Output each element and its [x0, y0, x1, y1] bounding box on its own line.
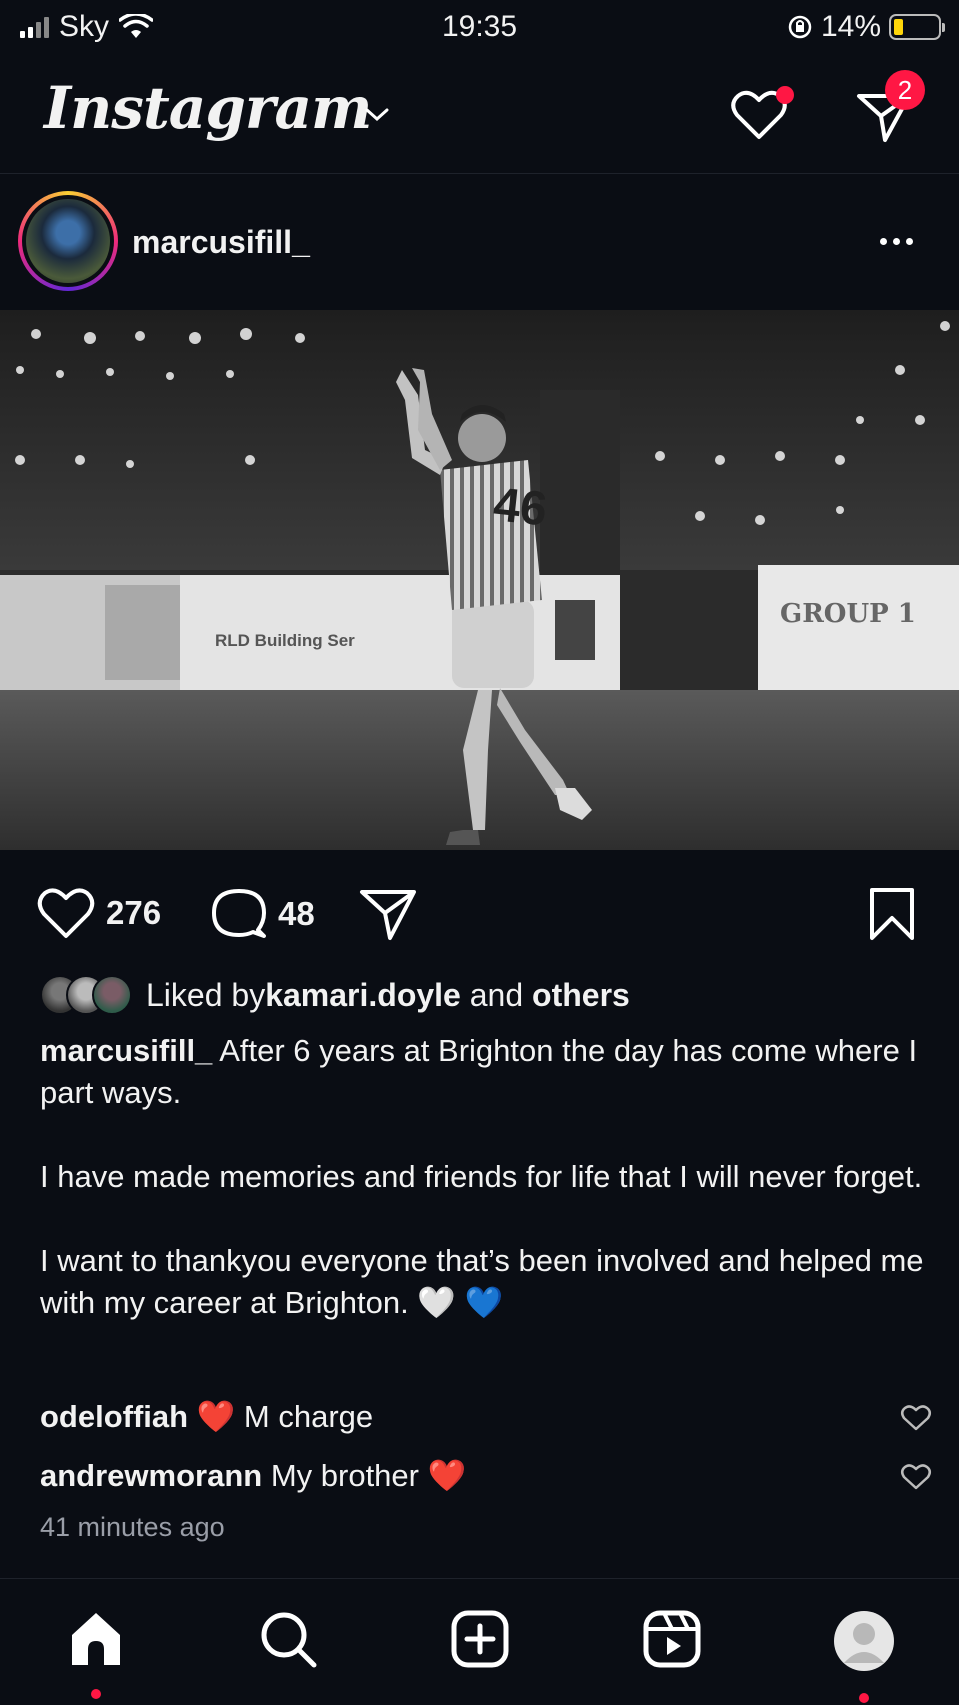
tab-search[interactable] [258, 1609, 318, 1674]
comment-button[interactable]: 48 [210, 886, 315, 942]
share-button[interactable] [358, 886, 418, 942]
post-timestamp: 41 minutes ago [40, 1512, 225, 1542]
notification-dot [776, 86, 794, 104]
comment-text: ❤️ M charge [188, 1399, 374, 1434]
orientation-lock-icon [788, 15, 812, 39]
post-username[interactable]: marcusifill_ [132, 224, 310, 261]
bookmark-icon [870, 888, 914, 940]
comment-username[interactable]: andrewmorann [40, 1458, 262, 1493]
profile-notification-dot [859, 1693, 869, 1703]
battery-icon [889, 14, 945, 40]
home-icon [72, 1613, 120, 1665]
story-avatar[interactable] [18, 191, 118, 291]
tab-home[interactable] [66, 1609, 126, 1699]
liked-by[interactable]: Liked by kamari.doyle and others [40, 975, 630, 1015]
reels-icon [643, 1610, 701, 1668]
comment-text: My brother ❤️ [262, 1458, 467, 1493]
heart-icon [37, 888, 95, 938]
liked-by-others[interactable]: others [532, 977, 630, 1014]
banner-text-right: GROUP 1 [780, 599, 916, 629]
photo-image: RLD Building Ser GROUP 1 46 [0, 310, 959, 850]
comment-row: odeloffiah ❤️ M charge [40, 1398, 931, 1435]
comment-like-icon[interactable] [900, 1463, 932, 1491]
post-actions: 276 48 [0, 878, 959, 948]
tab-reels[interactable] [642, 1609, 702, 1674]
comment-icon [212, 889, 266, 938]
home-notification-dot [91, 1689, 101, 1699]
comment-row: andrewmorann My brother ❤️ [40, 1457, 931, 1494]
caption-text-2: I have made memories and friends for lif… [40, 1159, 923, 1194]
post-caption: marcusifill_ After 6 years at Brighton t… [40, 1030, 940, 1324]
comment-count: 48 [278, 895, 315, 932]
profile-avatar-icon [834, 1611, 894, 1671]
save-button[interactable] [868, 886, 916, 942]
dm-count-badge: 2 [885, 70, 925, 110]
battery-percent: 14% [820, 10, 881, 43]
comment-like-icon[interactable] [900, 1404, 932, 1432]
liked-by-user[interactable]: kamari.doyle [265, 977, 461, 1014]
banner-text-left: RLD Building Ser [215, 631, 355, 650]
post-photo[interactable]: RLD Building Ser GROUP 1 46 [0, 310, 959, 850]
caption-username[interactable]: marcusifill_ [40, 1033, 212, 1068]
tab-profile[interactable] [832, 1609, 896, 1703]
instagram-logo[interactable]: Instagram [44, 74, 372, 142]
direct-messages-button[interactable]: 2 [855, 70, 925, 146]
svg-text:46: 46 [491, 478, 550, 536]
comment-username[interactable]: odeloffiah [40, 1399, 188, 1434]
like-button[interactable]: 276 [36, 886, 161, 940]
tab-create[interactable] [450, 1609, 510, 1674]
liker-avatars [40, 975, 132, 1015]
add-post-icon [451, 1610, 509, 1668]
search-icon [261, 1612, 317, 1668]
more-options-icon[interactable] [880, 238, 913, 245]
bottom-tab-bar [0, 1578, 959, 1705]
liked-by-prefix: Liked by [146, 976, 266, 1013]
post-header: marcusifill_ [0, 178, 959, 296]
liked-by-mid: and [460, 976, 533, 1013]
caption-text-3: I want to thankyou everyone that’s been … [40, 1243, 924, 1320]
app-header: Instagram 2 [0, 62, 959, 174]
like-count: 276 [106, 894, 162, 931]
status-bar: Sky 19:35 14% [0, 0, 959, 56]
notifications-button[interactable] [730, 86, 794, 142]
chevron-down-icon[interactable] [364, 106, 390, 124]
send-icon [360, 890, 416, 940]
